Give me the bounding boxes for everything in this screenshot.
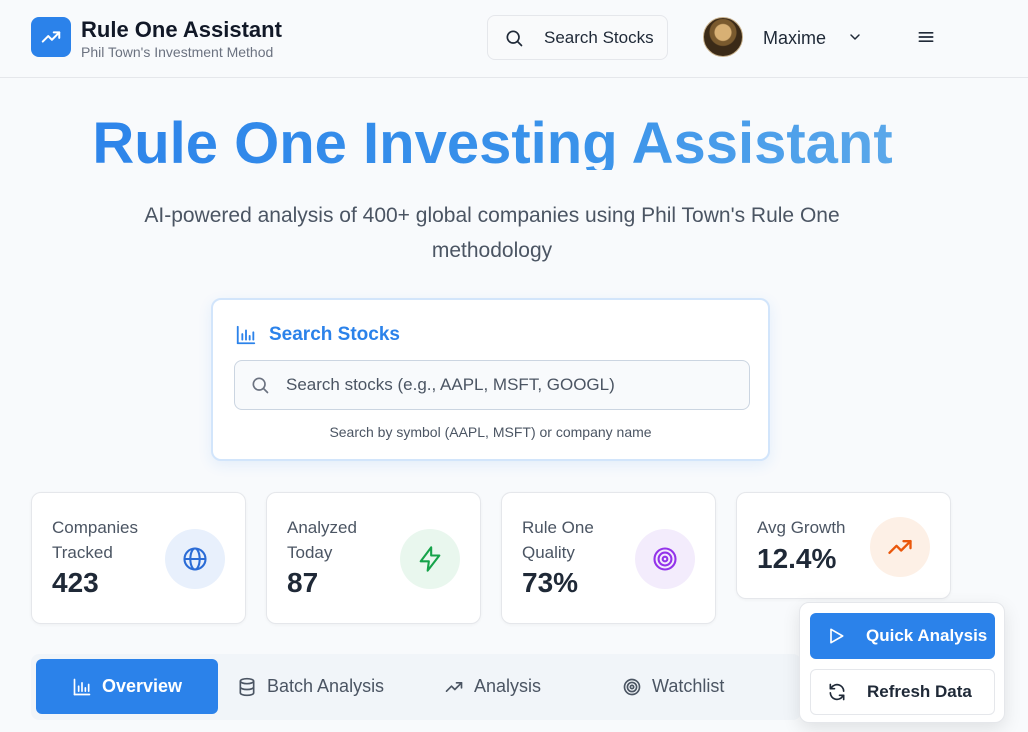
play-icon (826, 626, 846, 646)
header-search-button[interactable]: Search Stocks (487, 15, 668, 60)
hero-description: AI-powered analysis of 400+ global compa… (144, 204, 840, 262)
tab-batch-analysis[interactable]: Batch Analysis (237, 659, 384, 714)
target-icon (635, 529, 695, 589)
tab-label: Watchlist (652, 676, 725, 696)
hamburger-menu-icon[interactable] (916, 27, 936, 47)
tab-analysis[interactable]: Analysis (444, 659, 541, 714)
stat-label: Avg Growth (757, 518, 846, 537)
search-icon (504, 28, 524, 48)
tab-label: Overview (101, 676, 183, 696)
quick-analysis-button[interactable]: Quick Analysis (810, 613, 995, 659)
globe-icon (165, 529, 225, 589)
stat-card-growth: Avg Growth 12.4% (736, 492, 951, 599)
bar-chart-icon (72, 677, 92, 697)
app-subtitle: Phil Town's Investment Method (81, 44, 274, 60)
stat-value: 12.4% (757, 543, 837, 574)
trending-up-icon (40, 26, 62, 48)
stat-card-quality: Rule One Quality 73% (501, 492, 716, 624)
search-field[interactable] (234, 360, 750, 410)
refresh-data-label: Refresh Data (867, 682, 972, 701)
tab-label: Analysis (474, 676, 542, 696)
bar-chart-icon (235, 324, 257, 346)
main-tabs: Overview Batch Analysis Analysis Watchli… (31, 654, 801, 720)
stat-label: Rule One Quality (522, 518, 594, 562)
tab-watchlist[interactable]: Watchlist (622, 659, 724, 714)
refresh-icon (827, 682, 847, 702)
stat-card-companies: Companies Tracked 423 (31, 492, 246, 624)
stat-card-analyzed: Analyzed Today 87 (266, 492, 481, 624)
lightning-icon (400, 529, 460, 589)
stat-label: Analyzed Today (287, 518, 357, 562)
search-card-header: Search Stocks (235, 324, 400, 346)
search-card-title: Search Stocks (269, 324, 400, 345)
avatar[interactable] (703, 17, 743, 57)
quick-analysis-label: Quick Analysis (866, 626, 988, 645)
trending-up-icon (870, 517, 930, 577)
target-icon (622, 677, 642, 697)
tab-label: Batch Analysis (267, 676, 385, 696)
trending-up-icon (444, 677, 464, 697)
top-header: Rule One Assistant Phil Town's Investmen… (0, 0, 1028, 78)
app-title: Rule One Assistant (81, 17, 282, 42)
stat-value: 73% (522, 567, 579, 598)
chevron-down-icon[interactable] (847, 29, 863, 45)
search-input[interactable] (286, 375, 726, 395)
stat-value: 87 (287, 567, 319, 598)
tab-overview[interactable]: Overview (36, 659, 218, 714)
header-search-label: Search Stocks (544, 27, 654, 47)
search-card: Search Stocks Search by symbol (AAPL, MS… (211, 298, 770, 461)
database-icon (237, 677, 257, 697)
search-hint: Search by symbol (AAPL, MSFT) or company… (329, 424, 652, 440)
user-name[interactable]: Maxime (763, 28, 826, 49)
refresh-data-button[interactable]: Refresh Data (810, 669, 995, 715)
hero-title: Rule One Investing Assistant (0, 106, 985, 170)
quick-actions-panel: Quick Analysis Refresh Data (799, 602, 1005, 723)
app-logo[interactable] (31, 17, 71, 57)
stat-value: 423 (52, 567, 99, 598)
stat-label: Companies Tracked (52, 518, 138, 562)
search-icon (250, 375, 270, 395)
